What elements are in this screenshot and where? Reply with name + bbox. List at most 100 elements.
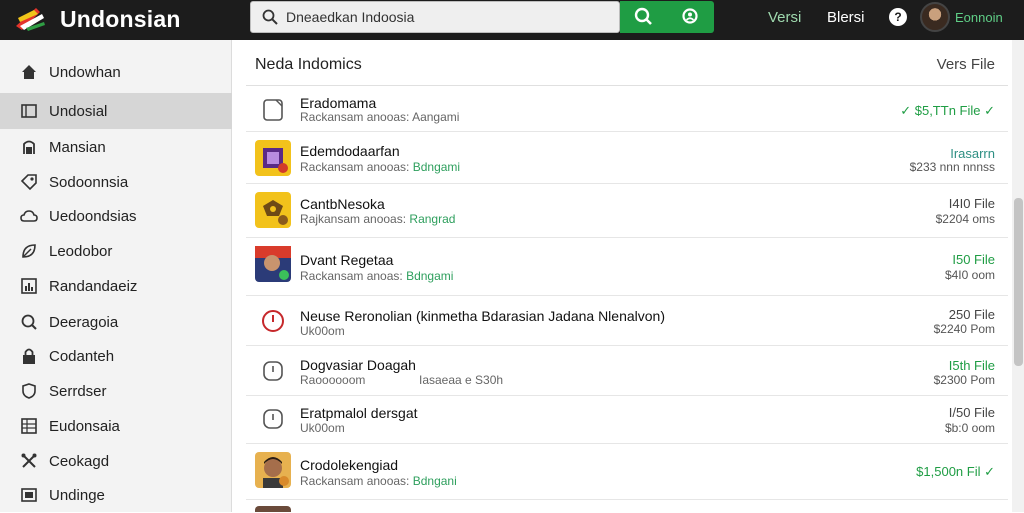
row-title: Dogvasiar Doagah xyxy=(300,357,416,373)
row-price: $233 nnn nnnss xyxy=(909,160,995,174)
sidebar-item-mansian[interactable]: Mansian xyxy=(0,129,232,165)
search-icon xyxy=(20,313,38,331)
row-title: Edemdodaarfan xyxy=(300,143,400,159)
table-row[interactable]: Eratpmalol dersgat Uk00om I/50 File $b:0… xyxy=(246,396,1008,444)
row-title: Neuse Reronolian (kinmetha Bdarasian Jad… xyxy=(300,308,665,324)
search-icon xyxy=(634,7,652,25)
file-icon xyxy=(255,92,291,128)
page-title: Neda Indomics xyxy=(255,56,362,73)
sidebar-item-label: Undosial xyxy=(49,102,108,120)
clock-icon xyxy=(255,353,291,389)
shield-icon xyxy=(20,382,38,400)
search-box[interactable] xyxy=(250,1,620,33)
sidebar-item-label: Ceokagd xyxy=(49,452,110,470)
table-row[interactable]: Crodolekengiad Rackansam anooas: Bdngani… xyxy=(246,444,1008,500)
filter-icon xyxy=(682,8,698,24)
row-file-size: I/50 File xyxy=(948,405,995,420)
person-icon xyxy=(20,138,38,156)
yellow-app-icon xyxy=(255,192,291,228)
row-price: $2240 Pom xyxy=(933,322,995,336)
row-status: Irasarrn xyxy=(950,146,995,161)
tag-icon xyxy=(20,173,38,191)
top-bar: Undonsian Versi Blersi ? Eonnoin xyxy=(0,0,1024,40)
avatar[interactable] xyxy=(920,2,950,32)
sidebar-item-codanteh[interactable]: Codanteh xyxy=(0,338,232,374)
window-icon xyxy=(20,102,38,120)
row-title: Dvant Regetaa xyxy=(300,252,394,268)
row-subtitle: Rackansam anooas: Aangami xyxy=(300,110,460,124)
sidebar-item-label: Undowhan xyxy=(49,63,121,81)
sidebar-item-label: Serrdser xyxy=(49,382,107,400)
sidebar-item-label: Mansian xyxy=(49,138,106,156)
sidebar-item-label: Uedoondsias xyxy=(49,207,137,225)
portrait-app-icon xyxy=(255,246,291,282)
column-header-file[interactable]: Vers File xyxy=(937,56,995,73)
row-file-size: ✓ $5,TTn File ✓ xyxy=(900,103,995,118)
row-title: Eratpmalol dersgat xyxy=(300,405,418,421)
scrollbar-thumb[interactable] xyxy=(1014,198,1023,366)
row-file-size: I5th File xyxy=(948,358,995,373)
tools-icon xyxy=(20,452,38,470)
row-subtitle: Uk00om xyxy=(300,421,345,435)
brand[interactable]: Undonsian xyxy=(14,2,181,36)
chart-icon xyxy=(20,277,38,295)
row-price: $2300 Pom xyxy=(933,373,995,387)
table-row[interactable]: Neuse Reronolian (kinmetha Bdarasian Jad… xyxy=(246,296,1008,346)
table-row[interactable]: Dogvasiar Doagah Raoooooom Iasaeaa e S30… xyxy=(246,346,1008,396)
sidebar-item-undosial[interactable]: Undosial xyxy=(0,93,232,129)
media-icon xyxy=(20,486,38,504)
search-options-button[interactable] xyxy=(668,1,714,33)
row-title: Crodolekengiad xyxy=(300,457,399,473)
search-button[interactable] xyxy=(620,1,668,33)
sidebar-item-leodobor[interactable]: Leodobor xyxy=(0,233,232,269)
row-title: CantbNesoka xyxy=(300,196,385,212)
table-row[interactable]: CantbNesoka Rajkansam anooas: Rangrad I4… xyxy=(246,184,1008,238)
lock-icon xyxy=(20,347,38,365)
row-file-size: I50 File xyxy=(952,252,995,267)
sidebar-item-undowhan[interactable]: Undowhan xyxy=(0,54,232,90)
app-icon xyxy=(255,506,291,512)
sidebar-item-undinge[interactable]: Undinge xyxy=(0,477,232,513)
leaf-icon xyxy=(20,242,38,260)
table-row[interactable] xyxy=(246,500,1008,512)
table-row[interactable]: Dvant Regetaa Rackansam anoas: Bdngami I… xyxy=(246,238,1008,296)
row-file-size: I4I0 File xyxy=(948,196,995,211)
username[interactable]: Eonnoin xyxy=(955,10,1003,25)
row-subtitle: Raoooooom xyxy=(300,373,366,387)
cloud-icon xyxy=(20,207,38,225)
sidebar-item-serrdser[interactable]: Serrdser xyxy=(0,373,232,409)
row-price: $4I0 oom xyxy=(944,268,995,282)
grid-icon xyxy=(20,417,38,435)
help-icon[interactable]: ? xyxy=(889,8,907,26)
search-input[interactable] xyxy=(286,9,606,25)
sidebar-item-randandaeiz[interactable]: Randandaeiz xyxy=(0,268,232,304)
sidebar-item-label: Sodoonnsia xyxy=(49,173,129,191)
row-price: $b:0 oom xyxy=(944,421,995,435)
row-title: Eradomama xyxy=(300,95,377,111)
sidebar-item-label: Undinge xyxy=(49,486,105,504)
face-app-icon xyxy=(255,452,291,488)
sidebar-item-eudonsaia[interactable]: Eudonsaia xyxy=(0,408,232,444)
home-icon xyxy=(20,63,38,81)
sidebar-item-uedoondsias[interactable]: Uedoondsias xyxy=(0,198,232,234)
row-price: $2204 oms xyxy=(935,212,995,226)
clock-icon xyxy=(255,401,291,437)
table-row[interactable]: Eradomama Rackansam anooas: Aangami ✓ $5… xyxy=(246,86,1008,132)
sidebar-item-sodoonnsia[interactable]: Sodoonnsia xyxy=(0,164,232,200)
scrollbar[interactable] xyxy=(1012,40,1024,512)
row-subtitle: Rackansam anoas: Bdngami xyxy=(300,269,454,283)
table-row[interactable]: Edemdodaarfan Rackansam anooas: Bdngami … xyxy=(246,132,1008,184)
purple-app-icon xyxy=(255,140,291,176)
row-subtitle: Rackansam anooas: Bdngani xyxy=(300,474,457,488)
sidebar: Undowhan Undosial Mansian Sodoonnsia Ued… xyxy=(0,40,232,512)
logo-icon xyxy=(14,6,48,32)
nav-versi-link[interactable]: Versi xyxy=(768,9,801,26)
sidebar-item-label: Codanteh xyxy=(49,347,115,365)
sidebar-item-label: Randandaeiz xyxy=(49,277,138,295)
app-title: Undonsian xyxy=(60,5,181,32)
nav-blersi-link[interactable]: Blersi xyxy=(827,9,865,26)
row-extra: Iasaeaa e S30h xyxy=(419,373,504,387)
sidebar-item-deeragoia[interactable]: Deeragoia xyxy=(0,304,232,340)
sidebar-item-label: Leodobor xyxy=(49,242,113,260)
sidebar-item-ceokagd[interactable]: Ceokagd xyxy=(0,443,232,479)
